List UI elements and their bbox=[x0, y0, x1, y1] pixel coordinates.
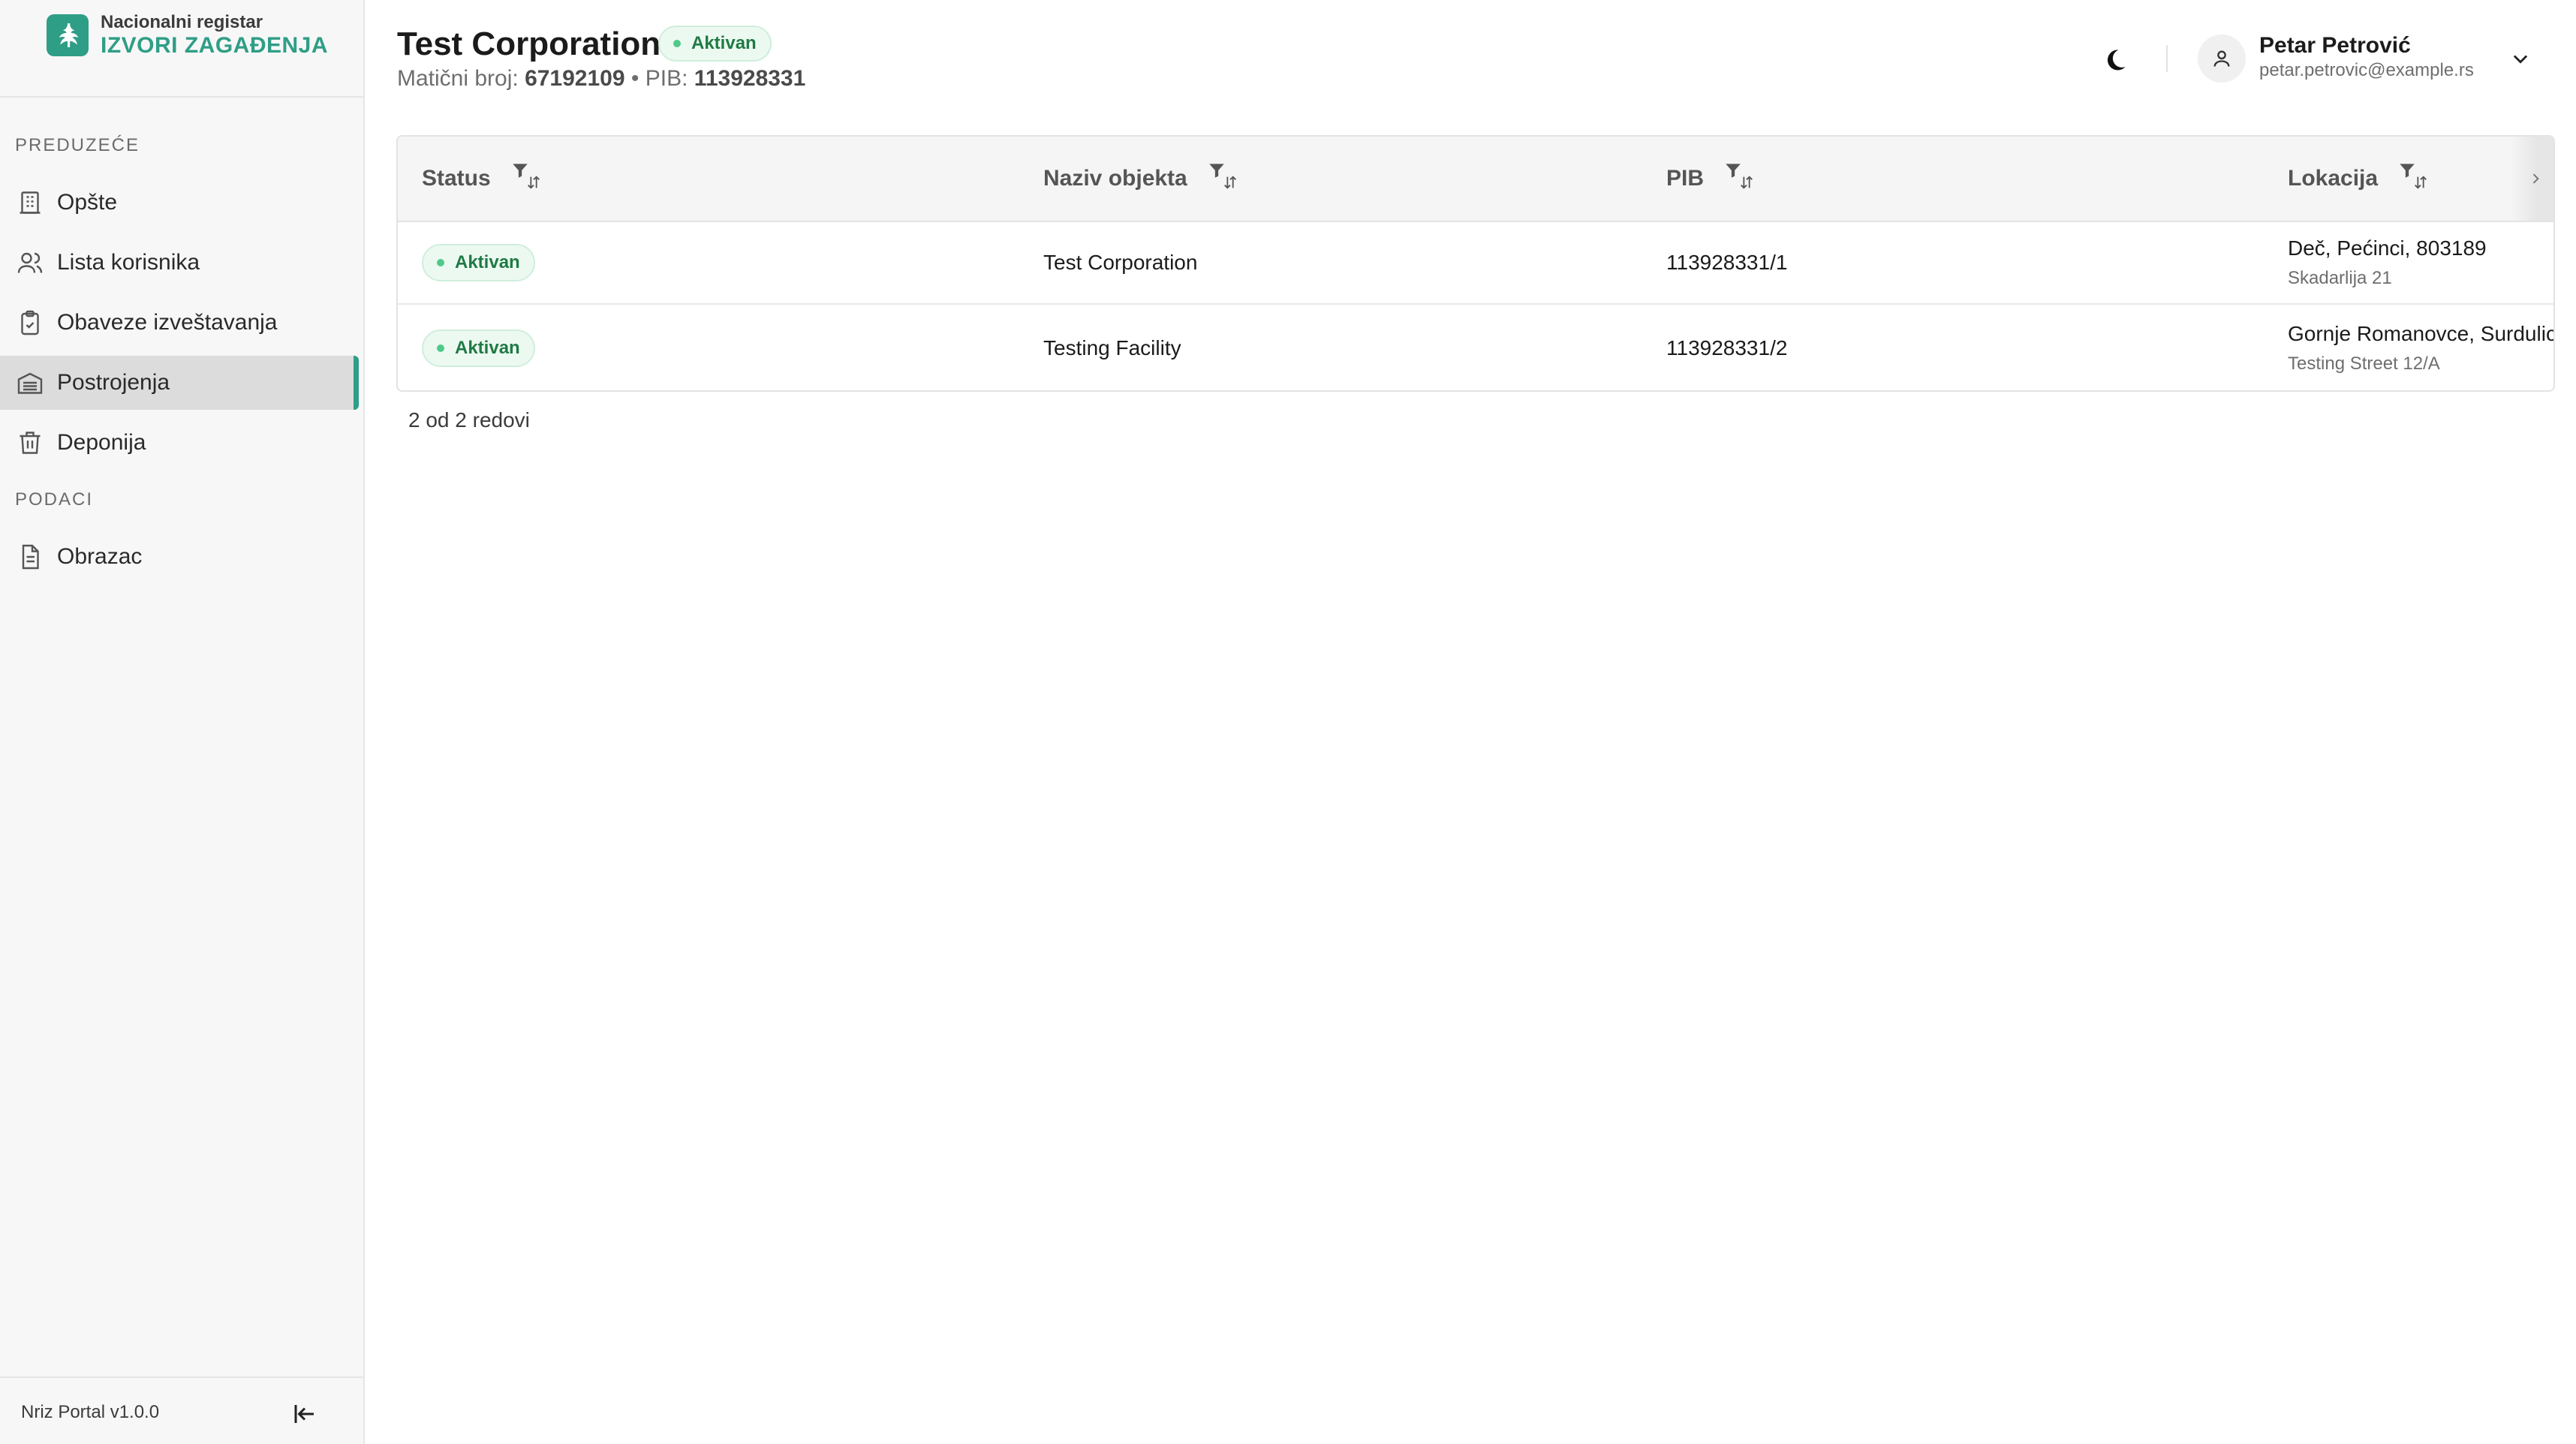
pib-cell: 113928331/1 bbox=[1666, 251, 1788, 274]
moon-icon bbox=[2107, 50, 2126, 71]
status-badge-label: Aktivan bbox=[455, 252, 520, 272]
users-icon bbox=[15, 248, 45, 278]
column-header-label: Lokacija bbox=[2288, 166, 2379, 191]
section-label-preduzece: PREDUZEĆE bbox=[15, 135, 140, 155]
user-icon bbox=[2213, 50, 2230, 67]
name-cell: Test Corporation bbox=[1043, 251, 1198, 274]
status-dot-icon bbox=[673, 40, 681, 47]
sort-icon[interactable] bbox=[525, 173, 542, 192]
location-cell: Deč, Pećinci, 803189 Skadarlija 21 bbox=[2288, 221, 2487, 305]
building-icon bbox=[15, 188, 45, 218]
status-cell: Aktivan bbox=[422, 221, 535, 305]
sidebar-item-label: Obrazac bbox=[57, 544, 143, 569]
brand-title: Nacionalni registar bbox=[101, 12, 263, 32]
identifier-separator: • bbox=[630, 66, 639, 91]
user-name[interactable]: Petar Petrović bbox=[2259, 33, 2411, 59]
column-header-pib: PIB bbox=[1666, 137, 1755, 221]
leaf-logo-icon bbox=[47, 14, 89, 56]
brand-logo[interactable]: Nacionalni registar IZVORI ZAGAĐENJA bbox=[47, 14, 328, 57]
sidebar-item-obrazac[interactable]: Obrazac bbox=[0, 530, 359, 584]
pib-cell: 113928331/2 bbox=[1666, 336, 1788, 359]
status-badge: Aktivan bbox=[658, 26, 772, 62]
warehouse-icon bbox=[15, 368, 45, 398]
status-badge-label: Aktivan bbox=[691, 33, 757, 53]
sidebar-item-label: Obaveze izveštavanja bbox=[57, 310, 278, 335]
location-text: Gornje Romanovce, Surdulica bbox=[2288, 322, 2555, 345]
sidebar-divider bbox=[0, 96, 363, 98]
section-label-podaci: PODACI bbox=[15, 489, 94, 510]
header-divider bbox=[2166, 45, 2168, 72]
clipboard-check-icon bbox=[15, 308, 45, 338]
page-title: Test Corporation bbox=[397, 26, 661, 62]
location-cell: Gornje Romanovce, Surdulica Testing Stre… bbox=[2288, 306, 2555, 390]
sidebar-item-obaveze-izvestavanja[interactable]: Obaveze izveštavanja bbox=[0, 296, 359, 350]
sidebar-item-label: Postrojenja bbox=[57, 370, 170, 395]
theme-toggle-button[interactable] bbox=[2094, 39, 2136, 81]
collapse-sidebar-icon[interactable] bbox=[288, 1397, 321, 1430]
sort-icon[interactable] bbox=[1738, 173, 1755, 192]
filter-sort-control[interactable] bbox=[1723, 161, 1755, 197]
document-icon bbox=[15, 542, 45, 572]
status-badge: Aktivan bbox=[422, 329, 535, 367]
filter-sort-control[interactable] bbox=[510, 161, 542, 197]
pib-value: 113928331 bbox=[694, 66, 806, 91]
row-count: 2 od 2 redovi bbox=[408, 408, 530, 432]
company-identifiers: Matični broj: 67192109 • PIB: 113928331 bbox=[397, 66, 805, 92]
facilities-table: Status Naziv objekta PIB Lokacija Aktiva… bbox=[396, 135, 2555, 392]
app-version: Nriz Portal v1.0.0 bbox=[21, 1402, 160, 1422]
brand-subtitle: IZVORI ZAGAĐENJA bbox=[101, 33, 329, 58]
sidebar-item-postrojenja[interactable]: Postrojenja bbox=[0, 356, 359, 410]
column-header-label: Naziv objekta bbox=[1043, 166, 1187, 191]
sidebar-item-label: Deponija bbox=[57, 430, 146, 455]
table-row[interactable]: Aktivan Testing Facility 113928331/2 Gor… bbox=[398, 306, 2553, 390]
sidebar-item-lista-korisnika[interactable]: Lista korisnika bbox=[0, 236, 359, 290]
pib-label: PIB: bbox=[645, 66, 688, 91]
chevron-right-icon bbox=[2532, 173, 2539, 184]
sort-icon[interactable] bbox=[1222, 173, 1238, 192]
column-header-label: PIB bbox=[1666, 166, 1705, 191]
address-text: Skadarlija 21 bbox=[2288, 268, 2392, 288]
location-text: Deč, Pećinci, 803189 bbox=[2288, 236, 2487, 260]
column-header-lokacija: Lokacija bbox=[2288, 137, 2429, 221]
table-header: Status Naziv objekta PIB Lokacija bbox=[398, 137, 2553, 222]
status-dot-icon bbox=[437, 344, 444, 352]
filter-sort-control[interactable] bbox=[2397, 161, 2429, 197]
table-row[interactable]: Aktivan Test Corporation 113928331/1 Deč… bbox=[398, 221, 2553, 305]
sidebar-item-deponija[interactable]: Deponija bbox=[0, 416, 359, 470]
status-badge-label: Aktivan bbox=[455, 338, 520, 358]
filter-sort-control[interactable] bbox=[1207, 161, 1238, 197]
status-cell: Aktivan bbox=[422, 306, 535, 390]
sidebar-item-opste[interactable]: Opšte bbox=[0, 176, 359, 230]
scroll-right-button[interactable] bbox=[2511, 137, 2553, 221]
address-text: Testing Street 12/A bbox=[2288, 353, 2440, 374]
sort-icon[interactable] bbox=[2412, 173, 2429, 192]
sidebar-footer-divider bbox=[0, 1376, 363, 1378]
name-cell: Testing Facility bbox=[1043, 336, 1181, 359]
status-dot-icon bbox=[437, 259, 444, 266]
maticni-broj-value: 67192109 bbox=[525, 66, 625, 91]
sidebar: Nacionalni registar IZVORI ZAGAĐENJA PRE… bbox=[0, 0, 365, 1444]
column-header-label: Status bbox=[422, 166, 491, 191]
maticni-broj-label: Matični broj: bbox=[397, 66, 519, 91]
avatar[interactable] bbox=[2198, 35, 2246, 83]
sidebar-item-label: Lista korisnika bbox=[57, 250, 200, 275]
column-header-naziv-objekta: Naziv objekta bbox=[1043, 137, 1238, 221]
status-badge: Aktivan bbox=[422, 244, 535, 281]
trash-icon bbox=[15, 428, 45, 458]
column-header-status: Status bbox=[422, 137, 542, 221]
sidebar-item-label: Opšte bbox=[57, 190, 118, 215]
user-email: petar.petrovic@example.rs bbox=[2259, 60, 2474, 80]
chevron-down-icon[interactable] bbox=[2505, 44, 2535, 74]
